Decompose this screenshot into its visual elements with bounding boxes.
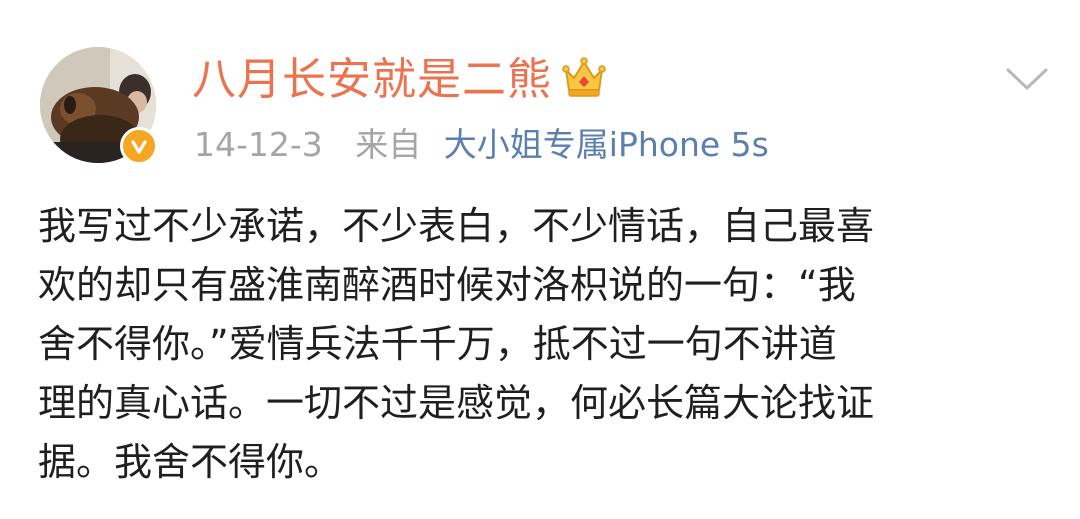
content-line: 据。我舍不得你。 (38, 440, 343, 484)
crown-icon[interactable] (560, 56, 608, 100)
content-line: 舍不得你。”爱情兵法千千万，抵不过一句不讲道 (38, 322, 837, 366)
content-line: 理的真心话。一切不过是感觉，何必长篇大论找证 (38, 381, 875, 425)
weibo-post: 八月长安就是二熊 14-12-3 来自 大小姐专属iPhone 5s 我写过不少… (0, 0, 1080, 519)
chevron-down-icon[interactable] (1004, 64, 1050, 94)
post-date: 14-12-3 (194, 125, 323, 164)
source-prefix: 来自 (355, 125, 422, 164)
verified-badge-icon (120, 127, 158, 165)
post-meta: 14-12-3 来自 大小姐专属iPhone 5s (194, 121, 769, 169)
username[interactable]: 八月长安就是二熊 (192, 50, 552, 110)
content-line: 我写过不少承诺，不少表白，不少情话，自己最喜 (38, 204, 875, 248)
content-line: 欢的却只有盛淮南醉酒时候对洛枳说的一句：“我 (38, 263, 856, 307)
source-device-link[interactable]: 大小姐专属iPhone 5s (444, 125, 769, 164)
post-content[interactable]: 我写过不少承诺，不少表白，不少情话，自己最喜 欢的却只有盛淮南醉酒时候对洛枳说的… (38, 197, 1038, 492)
